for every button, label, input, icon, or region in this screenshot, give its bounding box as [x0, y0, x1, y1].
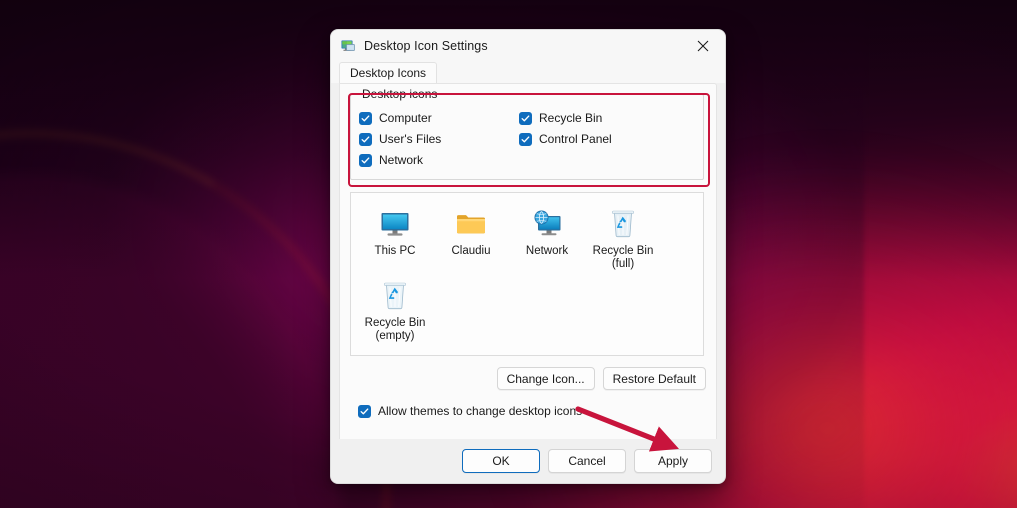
preview-item-network[interactable]: Network — [509, 207, 585, 271]
tab-strip: Desktop Icons — [331, 61, 725, 83]
checkbox-label: Network — [379, 153, 424, 167]
preview-caption: Recycle Bin (full) — [592, 245, 654, 270]
checkmark-icon — [359, 153, 372, 167]
preview-item-recycle-bin-full[interactable]: Recycle Bin (full) — [585, 207, 661, 271]
icon-preview-grid: This PC Claudiu Network Recycle Bin (ful… — [351, 201, 703, 353]
allow-themes-checkbox[interactable]: Allow themes to change desktop icons — [358, 404, 582, 418]
checkbox-label: User's Files — [379, 132, 442, 146]
checkbox-computer[interactable]: Computer — [359, 111, 519, 125]
icon-preview-panel[interactable]: This PC Claudiu Network Recycle Bin (ful… — [350, 192, 704, 356]
network-monitor-icon — [534, 210, 561, 236]
window-title: Desktop Icon Settings — [364, 38, 488, 53]
checkbox-users-files[interactable]: User's Files — [359, 132, 519, 146]
group-legend: Desktop icons — [358, 87, 442, 101]
checkmark-icon — [519, 111, 532, 125]
desktop-icon-settings-dialog: Desktop Icon Settings Desktop Icons Desk… — [330, 29, 726, 484]
checkbox-row: Network — [359, 153, 695, 167]
cancel-button[interactable]: Cancel — [548, 449, 626, 473]
restore-default-button[interactable]: Restore Default — [602, 367, 706, 390]
checkbox-label: Control Panel — [539, 132, 612, 146]
tab-page-desktop-icons: Desktop icons Computer Recycle Bin User'… — [339, 83, 717, 468]
checkmark-icon — [519, 132, 532, 146]
checkmark-icon — [358, 404, 371, 418]
preview-item-this-pc[interactable]: This PC — [357, 207, 433, 271]
apply-button[interactable]: Apply — [634, 449, 712, 473]
checkbox-label: Recycle Bin — [539, 111, 603, 125]
allow-themes-label: Allow themes to change desktop icons — [378, 404, 583, 418]
display-settings-icon — [341, 40, 355, 51]
recycle-bin-empty-icon — [384, 282, 406, 310]
checkbox-control-panel[interactable]: Control Panel — [519, 132, 679, 146]
tab-desktop-icons[interactable]: Desktop Icons — [339, 62, 438, 83]
preview-item-claudiu[interactable]: Claudiu — [433, 207, 509, 271]
desktop-icons-group: Desktop icons Computer Recycle Bin User'… — [350, 87, 704, 180]
monitor-icon — [381, 213, 409, 236]
preview-caption: Recycle Bin (empty) — [364, 317, 426, 342]
folder-icon — [457, 215, 485, 234]
desktop-icons-checkbox-grid: Computer Recycle Bin User's Files Contro… — [359, 111, 695, 174]
preview-caption: Network — [525, 245, 569, 257]
checkbox-label: Computer — [379, 111, 432, 125]
recycle-bin-full-icon — [612, 210, 634, 238]
checkbox-row: User's Files Control Panel — [359, 132, 695, 146]
checkmark-icon — [359, 111, 372, 125]
tab-label: Desktop Icons — [350, 66, 427, 80]
checkmark-icon — [359, 132, 372, 146]
checkbox-row: Computer Recycle Bin — [359, 111, 695, 125]
change-icon-button[interactable]: Change Icon... — [496, 367, 595, 390]
preview-caption: Claudiu — [451, 245, 491, 257]
dialog-footer: OK Cancel Apply — [331, 439, 725, 483]
checkbox-network[interactable]: Network — [359, 153, 519, 167]
title-bar: Desktop Icon Settings — [331, 30, 725, 61]
preview-item-recycle-bin-empty[interactable]: Recycle Bin (empty) — [357, 279, 433, 343]
checkbox-recycle-bin[interactable]: Recycle Bin — [519, 111, 679, 125]
preview-caption: This PC — [374, 245, 416, 257]
close-icon[interactable] — [681, 30, 725, 61]
icon-actions-row: Change Icon... Restore Default — [496, 367, 706, 390]
ok-button[interactable]: OK — [462, 449, 540, 473]
